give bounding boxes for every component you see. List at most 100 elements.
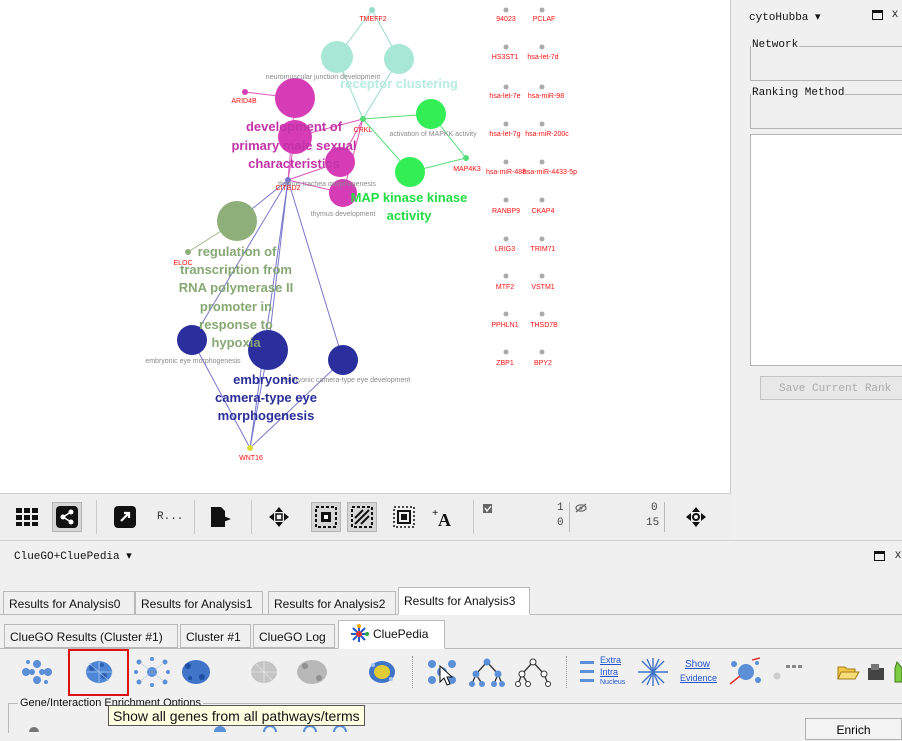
grid-view-button[interactable]	[12, 502, 42, 532]
tab-results-analysis0[interactable]: Results for Analysis0	[3, 591, 135, 615]
node-regulation-hypoxia	[217, 201, 257, 241]
cursor-select-icon[interactable]	[424, 656, 462, 688]
gene-label: MAP4K3	[453, 166, 481, 173]
ranking-group-label: Ranking Method	[751, 87, 846, 99]
gene-node	[360, 116, 366, 122]
term-label-small: thymus trachea morphogenesis	[278, 181, 376, 188]
term-label-eye: embryonic	[233, 372, 299, 387]
fit-selected-icon	[315, 506, 337, 528]
cytohubba-title[interactable]: cytoHubba ▾	[749, 10, 821, 24]
term-label-regulation: hypoxia	[211, 335, 261, 350]
extra-label: Extra	[600, 655, 622, 665]
term-label-dev-male: primary male sexual	[231, 138, 356, 153]
gene-label: LRIG3	[495, 246, 515, 253]
gene-node	[247, 445, 253, 451]
gene-label: WNT16	[239, 455, 263, 462]
term-label-small: embryonic camera-type eye development	[282, 377, 410, 384]
gene-label: VSTM1	[531, 284, 554, 291]
term-label-small: embryonic eye morphogenesis	[145, 358, 241, 365]
dense-genes-icon[interactable]	[176, 656, 214, 688]
open-folder-icon[interactable]	[836, 662, 862, 682]
external-link-icon	[114, 506, 136, 528]
selected-nodes-icon	[483, 504, 492, 513]
export-button[interactable]	[206, 502, 236, 532]
network-group-label: Network	[751, 39, 800, 51]
gene-node	[369, 7, 375, 13]
gene-label: PCLAF	[533, 16, 556, 23]
tab-cluego-log[interactable]: ClueGO Log	[253, 624, 335, 648]
tab-results-analysis1[interactable]: Results for Analysis1	[135, 591, 263, 615]
network-view-button[interactable]	[52, 502, 82, 532]
term-label-dev-male: development of	[246, 119, 343, 134]
gene-label: HS3ST1	[492, 54, 519, 61]
share-network-icon	[56, 506, 78, 528]
term-label-regulation: response to	[199, 317, 273, 332]
genes-network-icon[interactable]	[133, 656, 171, 688]
hierarchy-layout-icon[interactable]	[514, 656, 552, 688]
cluego-panel-title[interactable]: ClueGO+CluePedia ▾	[14, 549, 132, 563]
count-selected-nodes: 1	[557, 502, 564, 514]
gene-label: 94023	[496, 16, 516, 23]
network-group	[750, 46, 902, 81]
star-burst-icon[interactable]	[636, 656, 670, 688]
extra-intra-nucleus-button[interactable]: Extra Intra Nucleus	[578, 655, 630, 691]
show-evidence-button[interactable]: Show Evidence	[680, 659, 720, 689]
gene-label: RANBP9	[492, 208, 520, 215]
gene-label: hsa-let-7g	[489, 131, 520, 138]
intra-label: Intra	[600, 667, 619, 677]
term-label-regulation: regulation of	[198, 244, 277, 259]
enrich-button[interactable]: Enrich	[805, 718, 902, 740]
tooltip: Show all genes from all pathways/terms	[108, 705, 365, 726]
network-graph[interactable]: TMEFF2 94023 PCLAF HS3ST1 hsa-let-7d hsa…	[0, 0, 730, 493]
count-hidden-nodes: 0	[651, 502, 658, 514]
close-icon[interactable]: x	[895, 547, 901, 561]
fit-arrows-icon	[269, 507, 289, 527]
green-item-icon[interactable]	[892, 660, 902, 684]
open-external-button[interactable]	[110, 502, 140, 532]
gene-cluster-icon[interactable]	[728, 656, 764, 688]
save-current-rank-button[interactable]: Save Current Rank	[760, 376, 902, 400]
results-list[interactable]	[750, 134, 902, 366]
all-genes-icon	[85, 660, 113, 684]
gene-label: THSD7B	[530, 322, 558, 329]
gene-label: MTF2	[496, 284, 514, 291]
compartment-icon	[580, 661, 594, 682]
yellow-network-icon[interactable]	[363, 656, 401, 688]
close-icon[interactable]: x	[892, 6, 898, 20]
gene-label: TRIM71	[531, 246, 556, 253]
cluster-network-icon[interactable]	[18, 656, 56, 688]
tree-layout-icon[interactable]	[468, 656, 506, 688]
fit-selected-button[interactable]	[311, 502, 341, 532]
export-icon	[211, 507, 231, 527]
evidence-label: Evidence	[680, 673, 718, 683]
node-receptor-clustering	[384, 44, 414, 74]
fit-content-button[interactable]	[264, 502, 294, 532]
hatched-square-icon	[351, 506, 373, 528]
move-arrows-icon	[686, 507, 706, 527]
navigate-button[interactable]	[681, 502, 711, 532]
gene-node	[463, 155, 469, 161]
gene-label: hsa-miR-98	[528, 93, 564, 100]
r-label[interactable]: R...	[157, 511, 183, 523]
tab-results-analysis3[interactable]: Results for Analysis3	[398, 587, 530, 615]
show-hide-graphics-button[interactable]	[347, 502, 377, 532]
gene-node	[185, 249, 191, 255]
gene-label: PPHLN1	[491, 322, 518, 329]
term-label-small: thymus development	[311, 211, 376, 218]
tab-results-analysis2[interactable]: Results for Analysis2	[268, 591, 396, 615]
tab-cluster1[interactable]: Cluster #1	[180, 624, 251, 648]
tab-cluego-results[interactable]: ClueGO Results (Cluster #1)	[4, 624, 178, 648]
network-canvas[interactable]: TMEFF2 94023 PCLAF HS3ST1 hsa-let-7d hsa…	[0, 0, 731, 493]
grey-network-dense-icon[interactable]	[292, 656, 332, 688]
hidden-icon	[575, 503, 587, 513]
term-label-dev-male: characteristics	[248, 156, 340, 171]
gene-label: BPY2	[534, 360, 552, 367]
text-annotation-button[interactable]: + A	[430, 502, 460, 532]
maximize-icon[interactable]	[874, 551, 885, 561]
save-folder-icon[interactable]	[866, 662, 888, 682]
maximize-icon[interactable]	[872, 10, 883, 20]
svg-text:A: A	[438, 510, 451, 528]
grey-network-icon[interactable]	[246, 656, 282, 688]
gene-label: hsa-let-7d	[527, 54, 558, 61]
annotation-box-button[interactable]	[389, 502, 419, 532]
